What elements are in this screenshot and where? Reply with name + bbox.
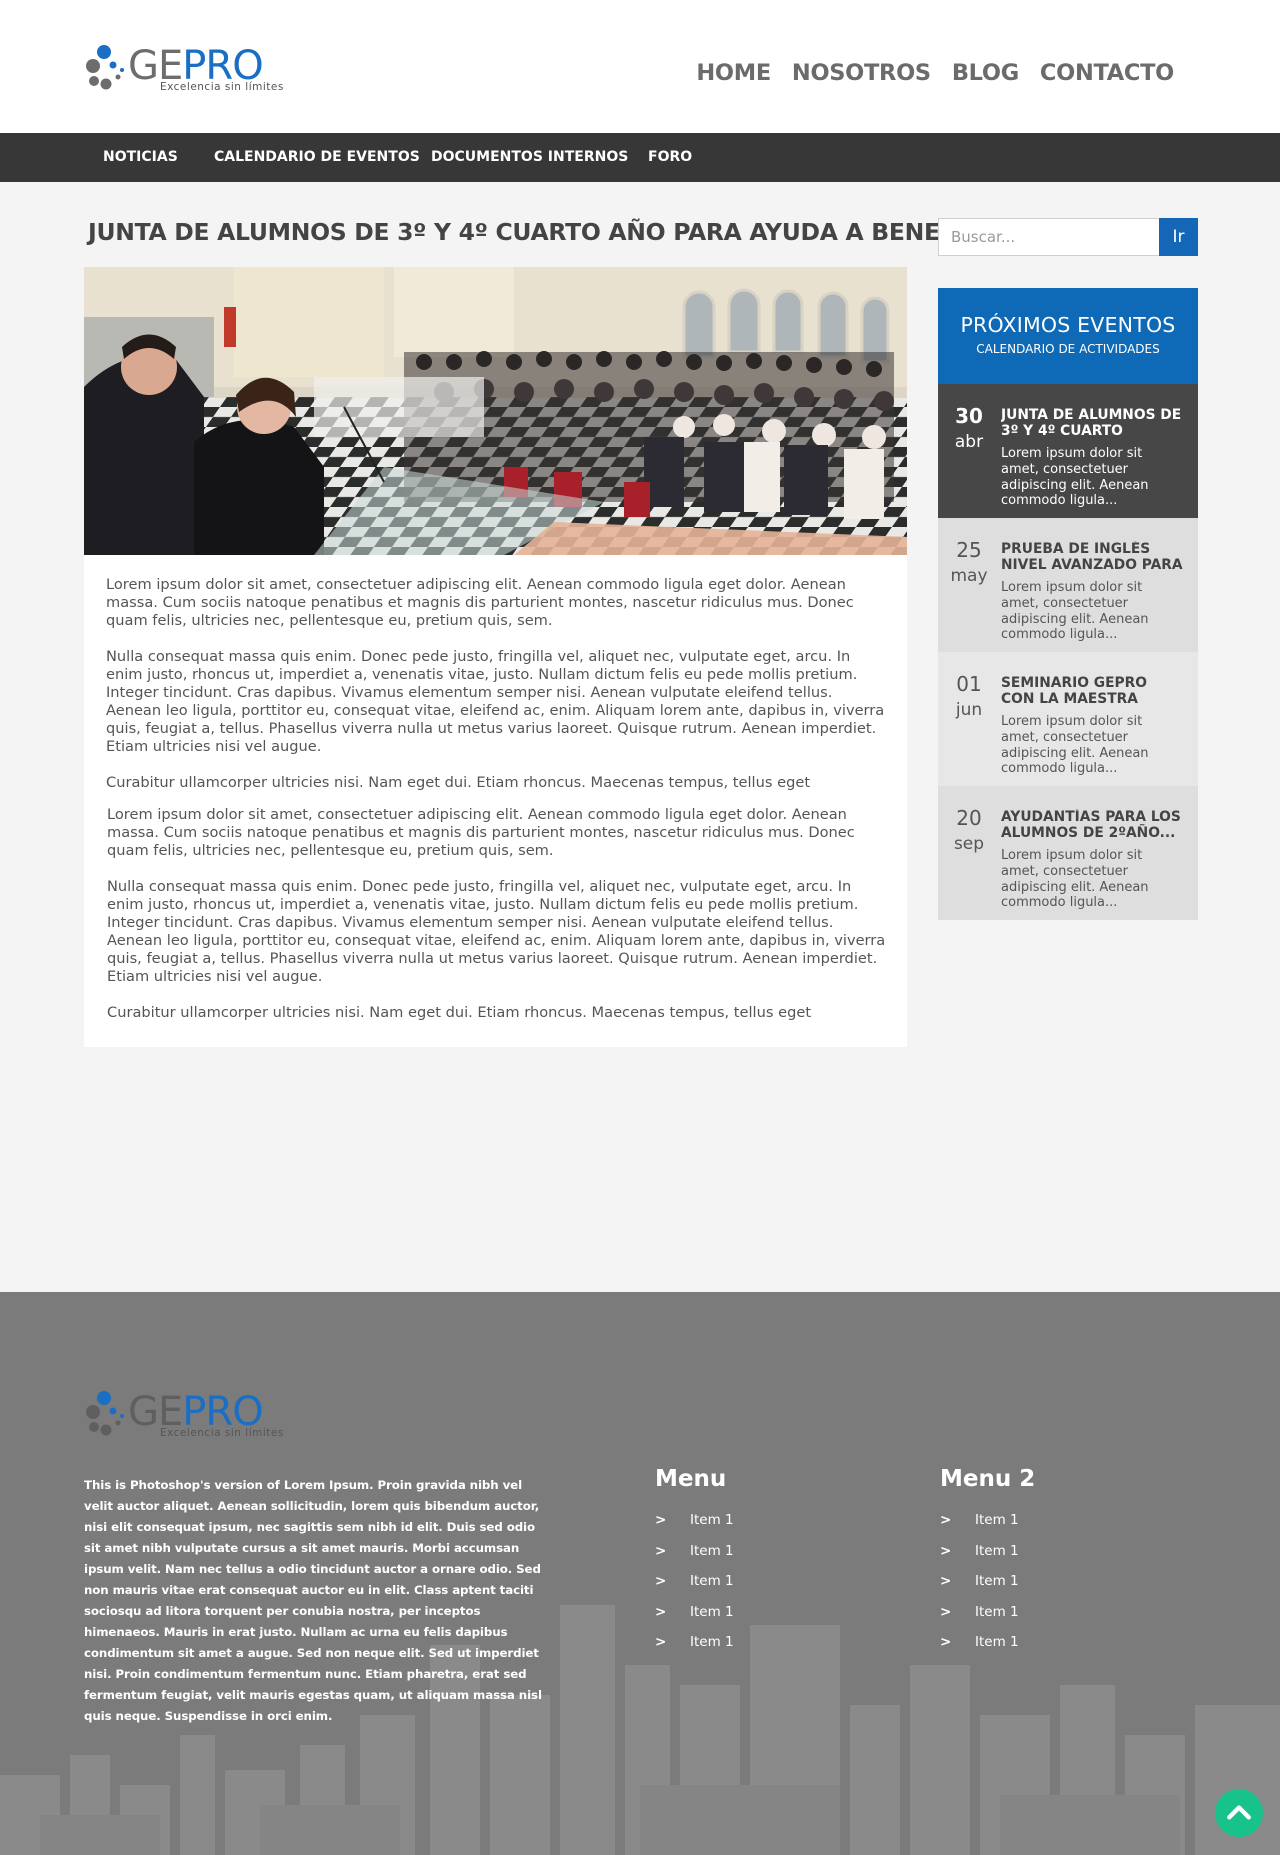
footer-menu-item[interactable]: > Item 1 xyxy=(655,1512,855,1543)
logo[interactable]: GEPRO Excelencia sin límites xyxy=(84,44,294,96)
footer-menu-title: Menu 2 xyxy=(940,1466,1036,1492)
search-button[interactable]: Ir xyxy=(1159,218,1198,256)
scroll-to-top-button[interactable] xyxy=(1215,1789,1263,1837)
event-excerpt: Lorem ipsum dolor sit amet, consectetuer… xyxy=(1001,446,1149,509)
chevron-right-icon: > xyxy=(940,1542,952,1559)
chevron-right-icon: > xyxy=(655,1634,667,1650)
footer-menu-item[interactable]: > Item 1 xyxy=(940,1604,1140,1635)
footer-logo[interactable]: GEPRO Excelencia sin límites xyxy=(84,1390,294,1442)
site-header: GEPRO Excelencia sin límites HOME NOSOTR… xyxy=(0,0,1280,133)
event-item[interactable]: 20 sep AYUDANTÍAS PARA LOS ALUMNOS DE 2º… xyxy=(938,786,1198,920)
nav-contacto[interactable]: CONTACTO xyxy=(1040,60,1174,86)
event-item[interactable]: 01 jun SEMINARIO GEPRO CON LA MAESTRA BA… xyxy=(938,652,1198,786)
subnav-foro[interactable]: FORO xyxy=(648,149,692,165)
event-title: AYUDANTÍAS PARA LOS ALUMNOS DE 2ºAÑO... xyxy=(1001,809,1181,841)
chevron-right-icon: > xyxy=(655,1573,667,1589)
chevron-right-icon: > xyxy=(940,1634,952,1650)
event-excerpt: Lorem ipsum dolor sit amet, consectetuer… xyxy=(1001,580,1149,643)
subnav-documentos[interactable]: DOCUMENTOS INTERNOS xyxy=(431,149,628,165)
footer-menu-item[interactable]: > Item 1 xyxy=(655,1634,855,1665)
event-day: 01 xyxy=(956,672,982,696)
footer-menu-item[interactable]: > Item 1 xyxy=(940,1573,1140,1604)
search-input[interactable] xyxy=(938,218,1160,256)
article-paragraph: Lorem ipsum dolor sit amet, consectetuer… xyxy=(106,576,854,629)
chevron-right-icon: > xyxy=(655,1603,667,1620)
dots-logo-icon xyxy=(86,1391,124,1436)
nav-home[interactable]: HOME xyxy=(696,60,771,86)
article-paragraph: Curabitur ullamcorper ultricies nisi. Na… xyxy=(107,1004,812,1021)
article-card: Lorem ipsum dolor sit amet, consectetuer… xyxy=(84,267,907,1047)
logo-tagline: Excelencia sin límites xyxy=(160,81,284,93)
nav-nosotros[interactable]: NOSOTROS xyxy=(792,60,931,86)
footer-menu-item[interactable]: > Item 1 xyxy=(655,1604,855,1635)
event-excerpt: Lorem ipsum dolor sit amet, consectetuer… xyxy=(1001,714,1149,777)
article-paragraph: Lorem ipsum dolor sit amet, consectetuer… xyxy=(107,806,855,859)
chevron-right-icon: > xyxy=(655,1542,667,1559)
main-nav: HOME NOSOTROS BLOG CONTACTO xyxy=(696,60,1174,86)
event-month: may xyxy=(950,566,988,586)
search-form: Ir xyxy=(938,218,1198,256)
events-heading: PRÓXIMOS EVENTOS xyxy=(960,313,1176,337)
chevron-right-icon: > xyxy=(940,1603,952,1620)
sub-nav: NOTICIAS CALENDARIO DE EVENTOS DOCUMENTO… xyxy=(0,133,1280,182)
nav-blog[interactable]: BLOG xyxy=(952,60,1019,86)
site-footer: GEPRO Excelencia sin límites This is Pho… xyxy=(0,1292,1280,1855)
logo-wordmark: GEPRO xyxy=(128,1389,264,1435)
footer-menu-1: Menu > Item 1 > Item 1 > Item 1 > Item 1 > It… xyxy=(655,1466,855,1665)
dots-logo-icon xyxy=(86,45,124,90)
chevron-right-icon: > xyxy=(940,1512,952,1528)
article-paragraph: Curabitur ullamcorper ultricies nisi. Na… xyxy=(106,774,811,791)
event-title: PRUEBA DE INGLÉS NIVEL AVANZADO PARA ALU… xyxy=(1001,541,1183,573)
event-day: 25 xyxy=(956,538,982,562)
events-subheading: CALENDARIO DE ACTIVIDADES xyxy=(976,342,1160,356)
event-day: 30 xyxy=(955,404,983,428)
footer-menu-item[interactable]: > Item 1 xyxy=(940,1543,1140,1574)
logo-wordmark: GEPRO xyxy=(128,43,264,89)
article-title: JUNTA DE ALUMNOS DE 3º Y 4º CUARTO AÑO P… xyxy=(88,218,1010,246)
event-item[interactable]: 25 may PRUEBA DE INGLÉS NIVEL AVANZADO P… xyxy=(938,518,1198,652)
event-month: sep xyxy=(953,834,985,854)
chevron-right-icon: > xyxy=(655,1512,667,1528)
footer-menu-item[interactable]: > Item 1 xyxy=(940,1634,1140,1665)
event-title: SEMINARIO GEPRO CON LA MAESTRA BARBARA..… xyxy=(1001,675,1147,707)
footer-menu-item[interactable]: > Item 1 xyxy=(940,1512,1140,1543)
chevron-right-icon: > xyxy=(940,1573,952,1589)
article-paragraph: Nulla consequat massa quis enim. Donec p… xyxy=(107,878,886,985)
article-body: Lorem ipsum dolor sit amet, consectetuer… xyxy=(106,576,888,1040)
chevron-up-icon xyxy=(1227,1805,1251,1820)
article-photo xyxy=(84,267,907,555)
footer-menu-2: Menu 2 > Item 1 > Item 1 > Item 1 > Item 1 >… xyxy=(940,1466,1140,1665)
logo-tagline: Excelencia sin límites xyxy=(160,1427,284,1439)
footer-menu-title: Menu xyxy=(655,1466,727,1492)
events-header: PRÓXIMOS EVENTOS CALENDARIO DE ACTIVIDAD… xyxy=(938,288,1198,384)
footer-menu-item[interactable]: > Item 1 xyxy=(655,1543,855,1574)
event-item[interactable]: 30 abr JUNTA DE ALUMNOS DE 3º Y 4º CUART… xyxy=(938,384,1198,518)
footer-about-text: This is Photoshop's version of Lorem Ips… xyxy=(84,1478,542,1723)
event-excerpt: Lorem ipsum dolor sit amet, consectetuer… xyxy=(1001,848,1149,911)
article-paragraph: Nulla consequat massa quis enim. Donec p… xyxy=(106,648,885,755)
subnav-calendario[interactable]: CALENDARIO DE EVENTOS xyxy=(214,149,420,165)
event-month: abr xyxy=(954,432,984,452)
event-month: jun xyxy=(955,700,983,720)
event-title: JUNTA DE ALUMNOS DE 3º Y 4º CUARTO PARA.… xyxy=(1001,407,1182,439)
event-day: 20 xyxy=(956,806,982,830)
subnav-noticias[interactable]: NOTICIAS xyxy=(103,149,178,165)
footer-menu-item[interactable]: > Item 1 xyxy=(655,1573,855,1604)
